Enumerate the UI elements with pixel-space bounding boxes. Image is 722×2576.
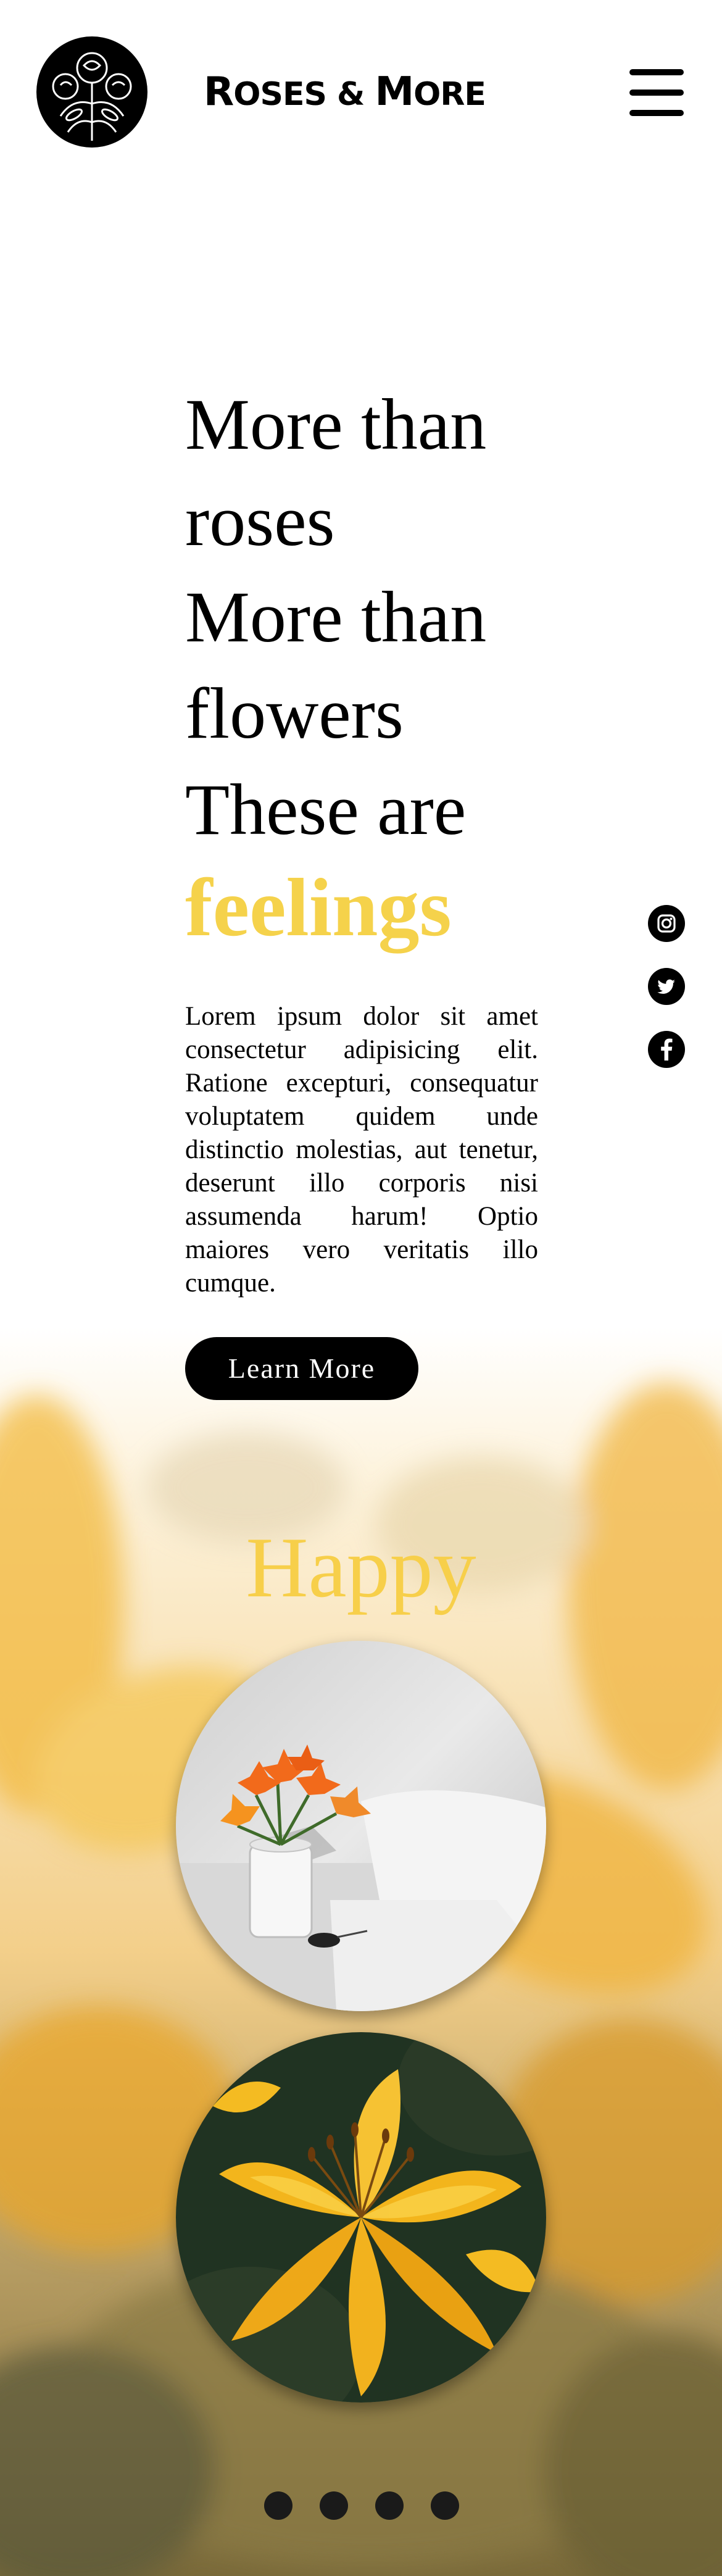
hero-body-text: Lorem ipsum dolor sit amet consectetur a… <box>185 1002 538 1298</box>
twitter-icon[interactable] <box>648 968 685 1005</box>
carousel-dot[interactable] <box>320 2491 348 2520</box>
orange-lilies-vase-photo[interactable] <box>176 1641 546 2011</box>
brand-name[interactable]: ROSES & MORE <box>204 69 486 115</box>
hero-headline: More than roses More than flowers These … <box>185 377 538 957</box>
headline-line: More than <box>185 577 487 657</box>
carousel-dot[interactable] <box>375 2491 404 2520</box>
hero-section: More than roses More than flowers These … <box>185 377 538 1400</box>
headline-accent-word: feelings <box>185 862 452 953</box>
instagram-icon[interactable] <box>648 905 685 942</box>
headline-line: roses <box>185 480 335 561</box>
headline-line: More than <box>185 384 487 465</box>
hamburger-menu-icon[interactable] <box>629 69 684 116</box>
site-header: ROSES & MORE <box>0 0 722 185</box>
gallery-heading: Happy <box>246 1520 476 1615</box>
carousel-dot[interactable] <box>264 2491 293 2520</box>
rose-emblem-icon[interactable] <box>36 36 148 148</box>
learn-more-button[interactable]: Learn More <box>185 1337 418 1400</box>
carousel-dot[interactable] <box>431 2491 459 2520</box>
facebook-icon[interactable] <box>648 1031 685 1068</box>
yellow-lilies-closeup-photo[interactable] <box>176 2032 546 2403</box>
headline-line: flowers <box>185 673 404 754</box>
carousel-dots <box>264 2491 462 2520</box>
headline-line: These are <box>185 769 467 850</box>
